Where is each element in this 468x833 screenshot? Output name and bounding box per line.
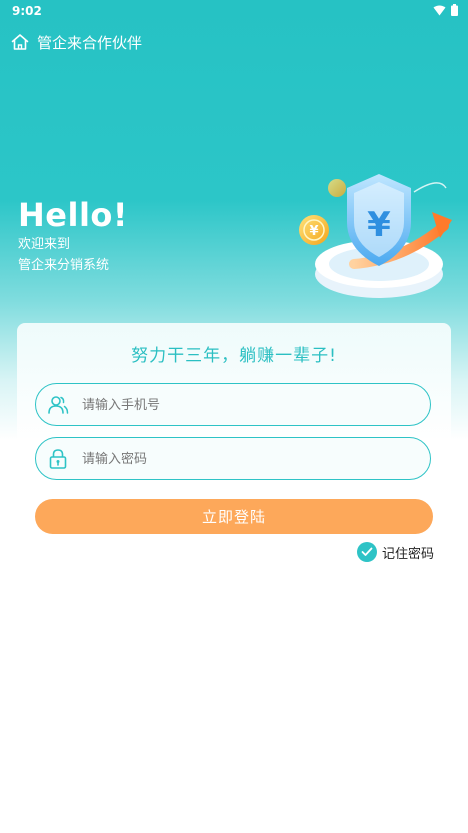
remember-password-label: 记住密码 — [381, 546, 434, 562]
slogan-text: 努力干三年，躺赚一辈子! — [131, 346, 337, 366]
svg-text:¥: ¥ — [309, 224, 318, 239]
hero-section: Hello! 欢迎来到 管企来分销系统 — [18, 196, 128, 276]
svg-text:¥: ¥ — [367, 205, 391, 245]
user-icon — [48, 396, 69, 414]
lock-icon — [49, 449, 67, 469]
hero-welcome-text: 欢迎来到 — [18, 237, 71, 252]
phone-field[interactable] — [35, 383, 431, 426]
home-icon[interactable] — [10, 32, 30, 52]
password-field[interactable] — [35, 437, 431, 480]
password-input[interactable] — [80, 438, 414, 480]
hero-system-name: 管企来分销系统 — [18, 258, 110, 273]
header-title: 管企来合作伙伴 — [37, 33, 143, 52]
yuan-shield-illustration: ¥ ¥ — [299, 174, 452, 298]
login-page: 9:02 管企来合作伙伴 Hello! 欢迎来到 管企来分销系统 ¥ ¥ 努力干… — [0, 0, 468, 833]
hero-greeting: Hello! — [18, 196, 128, 234]
remember-password-toggle[interactable]: 记住密码 — [356, 542, 434, 562]
status-time: 9:02 — [12, 4, 42, 18]
login-card: 努力干三年，躺赚一辈子! 立即登陆 — [17, 323, 451, 585]
checkmark-icon[interactable] — [356, 542, 377, 562]
status-bar: 9:02 — [0, 0, 468, 22]
status-icons — [433, 4, 458, 16]
app-header: 管企来合作伙伴 — [10, 30, 142, 54]
login-button[interactable]: 立即登陆 — [35, 499, 433, 534]
wifi-icon — [433, 5, 446, 15]
battery-icon — [451, 4, 458, 16]
phone-input[interactable] — [80, 384, 414, 426]
